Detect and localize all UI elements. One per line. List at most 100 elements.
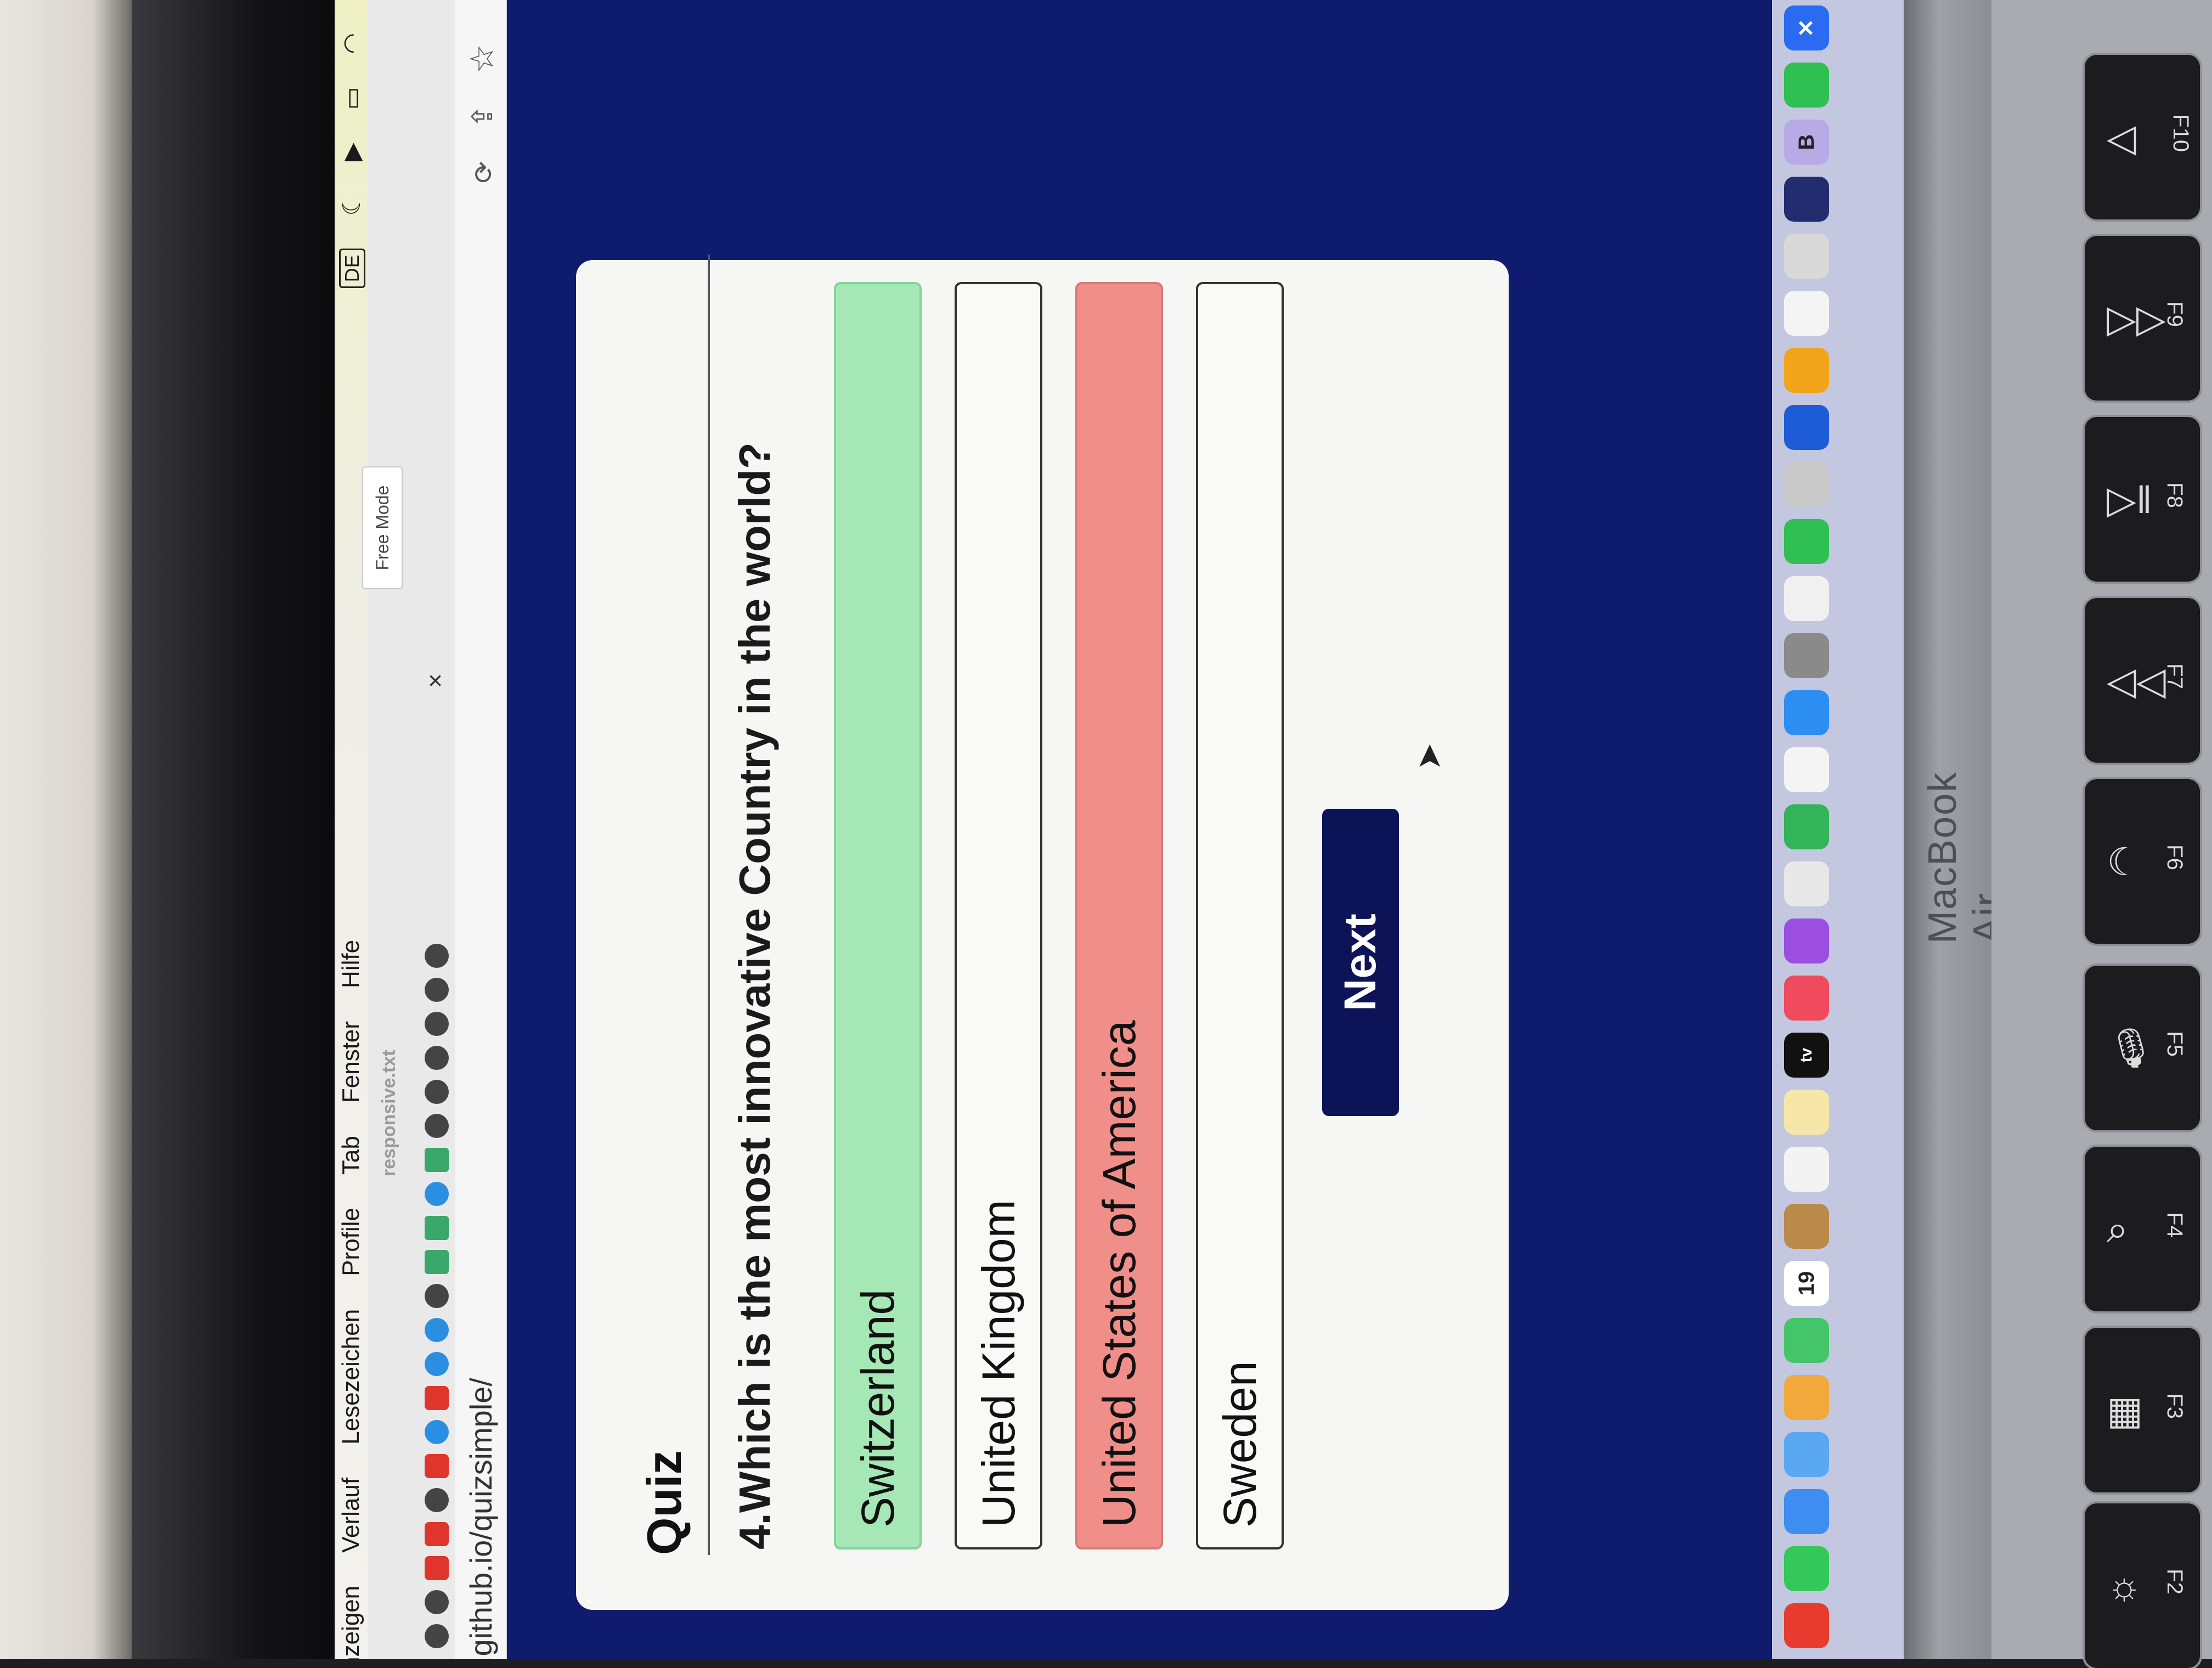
bookmark-icon[interactable] [425,1318,449,1342]
keyboard: ☼ F2 ▦ F3 ⌕ F4 🎙 F5 ☾ F6 ◁◁ F7 ▷‖ F8 ▷▷ F9 ◁ F10 [1991,0,2212,1668]
quiz-card: Quiz 4.Which is the most innovative Coun… [576,255,1509,1610]
answer-option-sweden[interactable]: Sweden [1196,282,1284,1549]
bookmark-icon[interactable] [425,1182,449,1206]
youtube-icon[interactable] [425,1454,449,1478]
bookmark-icon[interactable] [425,1080,449,1104]
keynote-icon[interactable] [1784,861,1829,906]
github-icon[interactable] [425,978,449,1002]
github-icon[interactable] [425,944,449,968]
apple-tv-icon[interactable]: tv [1784,1033,1829,1078]
editor-icon[interactable] [1784,405,1829,450]
mute-icon: ◁ [2107,116,2136,159]
star-icon[interactable]: ☆ [463,44,501,74]
function-key: ◁◁ F7 [2085,598,2200,763]
reminders-icon[interactable] [1784,1147,1829,1192]
github-icon[interactable] [425,1012,449,1036]
function-key: 🎙 F5 [2085,966,2200,1130]
facetime-icon[interactable] [1784,1318,1829,1363]
cyberduck-icon[interactable] [1784,234,1829,279]
input-language-badge[interactable]: DE [338,249,365,289]
function-key: ☾ F6 [2085,779,2200,944]
answer-option-united-kingdom[interactable]: United Kingdom [955,282,1042,1549]
menu-item-window[interactable]: Fenster [337,1021,365,1103]
function-key: ▦ F3 [2085,1328,2200,1492]
affinity-icon[interactable] [1784,177,1829,222]
function-key: ☼ F2 [2085,1503,2200,1668]
globe-icon[interactable] [425,1488,449,1512]
bookmark-icon[interactable] [425,1352,449,1376]
model-label: MacBook Air [1921,771,2010,944]
bookmark-icon[interactable] [425,1250,449,1274]
url-text[interactable]: .github.io/quizsimple/ [463,1378,499,1659]
youtube-icon[interactable] [425,1522,449,1546]
photos-icon[interactable] [1784,1375,1829,1420]
dock-items: 19 tv B ✕ [1784,5,1829,1648]
x-icon[interactable]: ✕ [1784,5,1829,50]
free-mode-tab[interactable]: Free Mode [362,466,403,589]
fast-forward-icon: ▷▷ [2107,297,2166,340]
share-icon[interactable]: ⇪ [466,104,499,128]
youtube-icon[interactable] [425,1386,449,1410]
answer-option-united-states[interactable]: United States of America [1075,282,1163,1549]
search-icon: ⌕ [2107,1208,2129,1250]
function-key: ◁ F10 [2085,55,2200,219]
podcasts-icon[interactable] [1784,918,1829,963]
chatgpt-icon[interactable] [425,1148,449,1172]
moon-icon: ☾ [2107,841,2141,883]
bookmark-icon[interactable] [425,1624,449,1648]
menu-item-bookmarks[interactable]: Lesezeichen [337,1309,365,1445]
calendar-icon[interactable]: 19 [1784,1261,1829,1306]
music-icon[interactable] [1784,976,1829,1021]
mouse-cursor-icon: ➤ [1410,742,1447,770]
reload-icon[interactable]: ⟳ [469,161,499,183]
menu-item-profiles[interactable]: Profile [337,1208,365,1276]
battery-icon[interactable]: ▭ [338,87,366,110]
status-area: DE ☾ ▶ ▭ ◠ [338,33,366,289]
messages-icon[interactable] [1784,1546,1829,1591]
notes-icon[interactable] [1784,1090,1829,1135]
function-key: ▷▷ F9 [2085,236,2200,401]
settings-icon[interactable] [1784,462,1829,507]
contacts-icon[interactable] [1784,1204,1829,1249]
github-icon[interactable] [425,1046,449,1070]
address-bar[interactable]: .github.io/quizsimple/ ⟳ ⇪ ☆ [455,0,507,1659]
opera-icon[interactable] [1784,1603,1829,1648]
maps-icon[interactable] [1784,1432,1829,1477]
whatsapp-icon[interactable] [1784,63,1829,108]
pages-icon[interactable] [1784,747,1829,792]
wifi-icon[interactable]: ◠ [338,33,366,54]
bookmark-icon[interactable] [425,1420,449,1444]
function-key: ▷‖ F8 [2085,417,2200,582]
calendar-day: 19 [1794,1271,1819,1296]
bookmark-icon[interactable] [425,1590,449,1614]
mission-control-icon: ▦ [2107,1389,2143,1432]
menu-item-view[interactable]: nzeigen [337,1586,365,1659]
tv-label: tv [1797,1047,1815,1063]
rewind-icon: ◁◁ [2107,660,2166,702]
bbedit-icon[interactable]: B [1784,120,1829,165]
youtube-icon[interactable] [425,1556,449,1580]
system-preferences-icon[interactable] [1784,633,1829,678]
next-button[interactable]: Next [1322,809,1399,1116]
mail-icon[interactable] [1784,1489,1829,1534]
laptop-screen: nzeigen Verlauf Lesezeichen Profile Tab … [335,0,1904,1659]
globe-icon[interactable] [425,1284,449,1308]
globe-icon[interactable] [425,1114,449,1138]
app-store-icon[interactable] [1784,690,1829,735]
close-tab-icon[interactable]: × [420,673,450,688]
moon-icon[interactable]: ☾ [338,194,366,216]
play-pause-icon: ▷‖ [2107,478,2152,521]
play-icon[interactable]: ▶ [338,143,366,161]
screen-bezel [132,0,381,1659]
menu-item-help[interactable]: Hilfe [337,940,365,988]
smiley-icon[interactable] [1784,291,1829,336]
bookmark-icon[interactable] [425,1216,449,1240]
menu-item-tab[interactable]: Tab [337,1136,365,1175]
sublime-icon[interactable] [1784,348,1829,393]
whatsapp-icon[interactable] [1784,519,1829,564]
tab-title[interactable]: responsive.txt [379,1050,400,1176]
answer-option-switzerland[interactable]: Switzerland [834,282,922,1549]
preview-icon[interactable] [1784,576,1829,621]
menu-item-history[interactable]: Verlauf [337,1478,365,1553]
numbers-icon[interactable] [1784,804,1829,849]
